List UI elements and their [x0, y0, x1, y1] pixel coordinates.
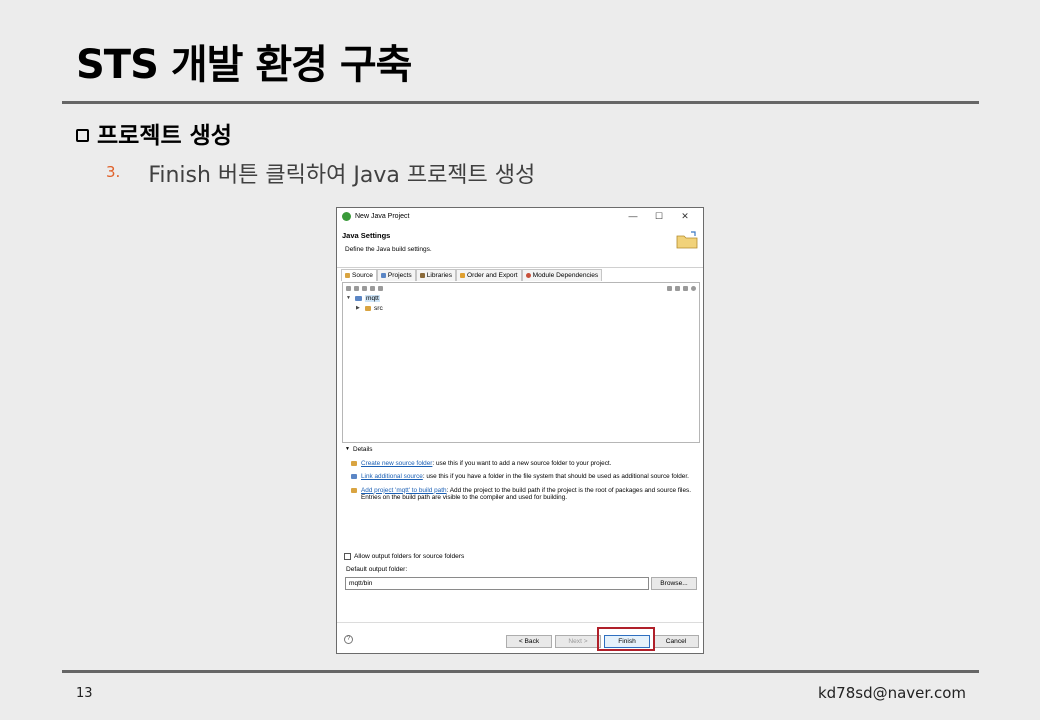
folder-wizard-icon	[676, 231, 698, 249]
close-icon[interactable]: ✕	[672, 211, 698, 222]
help-icon[interactable]: ?	[344, 635, 353, 644]
section-heading-text: 프로젝트 생성	[97, 123, 232, 149]
remove-icon[interactable]	[370, 285, 375, 291]
slide-title: STS 개발 환경 구축	[76, 42, 412, 88]
maximize-icon[interactable]: ☐	[646, 211, 672, 222]
help-small-icon[interactable]	[691, 285, 696, 291]
edit-icon[interactable]	[362, 285, 367, 291]
expand-all-icon[interactable]	[675, 285, 680, 291]
allow-output-folders-option[interactable]: Allow output folders for source folders	[344, 553, 464, 560]
browse-button[interactable]: Browse...	[651, 577, 697, 590]
add-folder-icon[interactable]	[346, 285, 351, 291]
finish-highlight-box	[597, 627, 655, 651]
allow-output-folders-checkbox[interactable]	[344, 553, 351, 560]
tab-libraries[interactable]: Libraries	[415, 269, 457, 281]
new-java-project-dialog: New Java Project — ☐ ✕ Java Settings Def…	[336, 207, 704, 654]
details-toggle[interactable]: ▼ Details	[345, 446, 695, 454]
tree-item-project[interactable]: ▼ mqtt	[343, 293, 699, 303]
chevron-right-icon[interactable]: ▶	[356, 305, 362, 311]
tab-source[interactable]: Source	[341, 269, 377, 281]
details-section: ▼ Details Create new source folder: use …	[345, 446, 695, 508]
create-source-folder-link[interactable]: Create new source folder	[361, 460, 432, 467]
libraries-icon	[419, 273, 425, 278]
refresh-icon[interactable]	[683, 285, 688, 291]
page-number: 13	[76, 686, 93, 701]
minimize-icon[interactable]: —	[620, 211, 646, 221]
link-folder-icon	[351, 474, 357, 480]
step-number: 3.	[106, 163, 121, 181]
default-output-field[interactable]: mqtt/bin	[345, 577, 649, 590]
chevron-down-icon[interactable]: ▼	[346, 295, 352, 301]
dialog-titlebar: New Java Project — ☐ ✕	[337, 208, 703, 224]
cancel-button[interactable]: Cancel	[653, 635, 699, 648]
detail-create-source-folder: Create new source folder: use this if yo…	[351, 460, 695, 468]
sts-app-icon	[342, 211, 351, 221]
settings-tabs: Source Projects Libraries Order and Expo…	[341, 269, 603, 281]
footer-email: kd78sd@naver.com	[817, 684, 966, 702]
tree-item-src[interactable]: ▶ src	[343, 303, 699, 313]
add-project-icon	[351, 487, 357, 493]
order-export-icon	[460, 273, 466, 278]
collapse-all-icon[interactable]	[667, 285, 672, 291]
link-folder-icon[interactable]	[354, 285, 359, 291]
detail-add-project: Add project 'mqtt' to build path: Add th…	[351, 487, 695, 502]
settings-description: Define the Java build settings.	[345, 246, 432, 253]
tab-module-dependencies[interactable]: Module Dependencies	[521, 269, 603, 281]
projects-icon	[380, 273, 386, 278]
java-project-icon	[355, 295, 362, 301]
tree-toolbar	[343, 283, 699, 293]
step-line: 3. Finish 버튼 클릭하여 Java 프로젝트 생성	[106, 157, 535, 189]
module-icon	[525, 273, 531, 278]
wizard-header: Java Settings Define the Java build sett…	[337, 224, 703, 268]
chevron-down-icon: ▼	[345, 446, 350, 452]
default-output-label: Default output folder:	[346, 566, 408, 573]
section-heading: 프로젝트 생성	[76, 116, 232, 150]
detail-link-source: Link additional source: use this if you …	[351, 473, 695, 481]
tab-order-and-export[interactable]: Order and Export	[456, 269, 522, 281]
source-folder-icon	[365, 305, 371, 311]
add-project-to-build-path-link[interactable]: Add project 'mqtt' to build path	[361, 487, 447, 494]
dropdown-icon[interactable]	[378, 285, 383, 291]
source-tree-panel[interactable]: ▼ mqtt ▶ src	[342, 282, 700, 443]
dialog-window-title: New Java Project	[355, 212, 410, 220]
header-divider	[62, 101, 979, 104]
footer-divider	[62, 670, 979, 673]
square-bullet-icon	[76, 128, 89, 142]
new-folder-icon	[351, 460, 357, 466]
link-additional-source-link[interactable]: Link additional source	[361, 473, 423, 480]
next-button[interactable]: Next >	[555, 635, 601, 648]
settings-title: Java Settings	[342, 231, 391, 240]
back-button[interactable]: < Back	[506, 635, 552, 648]
source-folder-icon	[345, 273, 350, 278]
tab-projects[interactable]: Projects	[376, 269, 416, 281]
step-text: Finish 버튼 클릭하여 Java 프로젝트 생성	[148, 163, 536, 188]
